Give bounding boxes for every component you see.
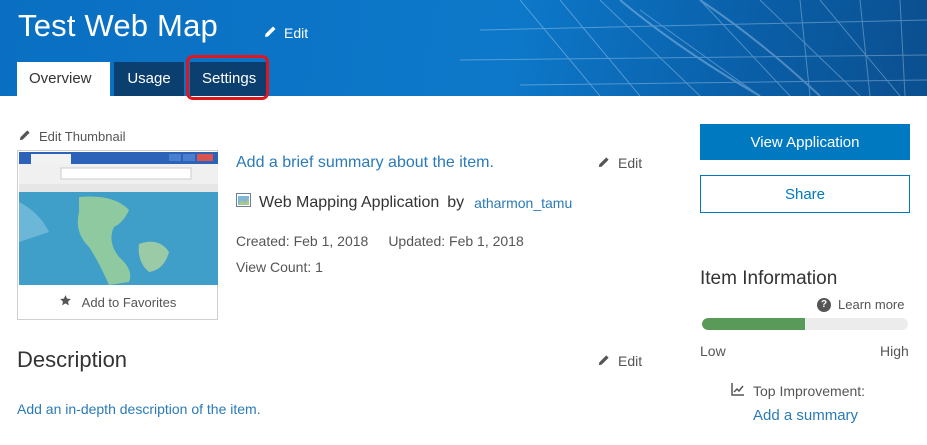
add-summary-link[interactable]: Add a summary [753, 407, 858, 424]
description-heading: Description [17, 347, 128, 372]
pencil-icon [598, 353, 610, 369]
favorites-label: Add to Favorites [81, 294, 177, 310]
settings-highlight-annotation [186, 55, 269, 100]
owner-link[interactable]: atharmon_tamu [474, 195, 572, 211]
edit-thumbnail-label: Edit Thumbnail [39, 129, 126, 144]
top-improvement: Top Improvement: [731, 382, 865, 399]
tab-usage[interactable]: Usage [114, 62, 184, 96]
pencil-icon [19, 129, 31, 144]
summary-link[interactable]: Add a brief summary about the item. [236, 154, 494, 172]
star-icon [59, 294, 72, 310]
created-date: Created: Feb 1, 2018 [236, 233, 369, 249]
score-high-label: High [880, 343, 909, 359]
web-app-icon [236, 193, 251, 212]
share-button[interactable]: Share [700, 175, 910, 213]
question-icon: ? [817, 297, 831, 312]
learn-more-label: Learn more [838, 297, 905, 312]
item-score-fill [702, 318, 805, 330]
item-score-bar [702, 318, 908, 330]
thumbnail-image [19, 152, 218, 285]
summary-edit-button[interactable]: Edit [598, 155, 642, 171]
pencil-icon [264, 25, 277, 41]
description-edit-button[interactable]: Edit [598, 353, 642, 369]
by-label: by [447, 193, 465, 211]
description-edit-label: Edit [618, 353, 643, 369]
view-application-button[interactable]: View Application [700, 124, 910, 160]
title-edit-button[interactable]: Edit [264, 25, 308, 41]
learn-more-link[interactable]: ? Learn more [817, 297, 904, 312]
edit-thumbnail-button[interactable]: Edit Thumbnail [19, 129, 125, 144]
title-edit-label: Edit [284, 25, 309, 41]
chart-improve-icon [731, 382, 745, 399]
item-type-line: Web Mapping Application by atharmon_tamu [236, 193, 572, 212]
summary-edit-label: Edit [618, 155, 643, 171]
add-to-favorites-button[interactable]: Add to Favorites [18, 285, 217, 319]
view-count: View Count: 1 [236, 259, 323, 275]
item-header: Test Web Map Edit Overview Usage Setting… [0, 0, 927, 96]
updated-date: Updated: Feb 1, 2018 [388, 233, 524, 249]
pencil-icon [598, 155, 610, 171]
top-improvement-label: Top Improvement: [753, 382, 866, 399]
description-link[interactable]: Add an in-depth description of the item. [17, 401, 261, 417]
tab-overview[interactable]: Overview [17, 62, 110, 96]
item-type: Web Mapping Application [259, 193, 440, 211]
item-information-heading: Item Information [700, 268, 838, 289]
item-dates: Created: Feb 1, 2018 Updated: Feb 1, 201… [236, 233, 524, 249]
score-low-label: Low [700, 343, 726, 359]
page-title: Test Web Map [18, 8, 218, 43]
thumbnail-card: Add to Favorites [17, 150, 218, 320]
